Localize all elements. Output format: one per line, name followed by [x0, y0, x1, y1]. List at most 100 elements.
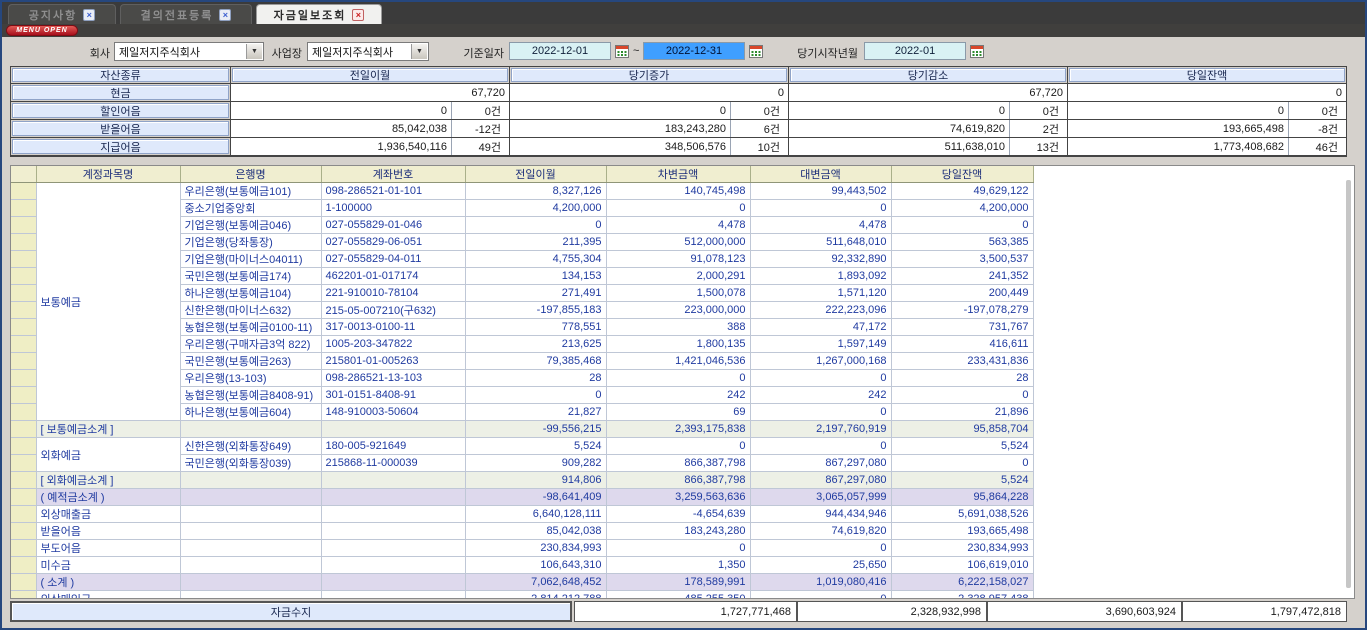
- prev-carryover-cell[interactable]: 79,385,468: [465, 353, 606, 370]
- bank-name-cell[interactable]: 기업은행(당좌통장): [180, 234, 321, 251]
- credit-amount-cell[interactable]: 867,297,080: [750, 472, 891, 489]
- credit-amount-cell[interactable]: 47,172: [750, 319, 891, 336]
- account-name-cell[interactable]: [ 외화예금소계 ]: [36, 472, 180, 489]
- bank-name-cell[interactable]: [180, 557, 321, 574]
- credit-amount-cell[interactable]: 0: [750, 200, 891, 217]
- account-number-cell[interactable]: 098-286521-13-103: [321, 370, 465, 387]
- prev-carryover-cell[interactable]: 271,491: [465, 285, 606, 302]
- row-selector[interactable]: [11, 591, 36, 600]
- account-number-cell[interactable]: [321, 489, 465, 506]
- table-row[interactable]: [ 외화예금소계 ]914,806866,387,798867,297,0805…: [11, 472, 1033, 489]
- debit-amount-cell[interactable]: 242: [606, 387, 750, 404]
- debit-amount-cell[interactable]: 183,243,280: [606, 523, 750, 540]
- credit-amount-cell[interactable]: 0: [750, 438, 891, 455]
- prev-carryover-cell[interactable]: 5,524: [465, 438, 606, 455]
- account-name-cell[interactable]: 외상매입금: [36, 591, 180, 600]
- prev-carryover-cell[interactable]: 7,062,648,452: [465, 574, 606, 591]
- bank-name-cell[interactable]: 우리은행(13-103): [180, 370, 321, 387]
- account-number-cell[interactable]: [321, 540, 465, 557]
- summary-row-label[interactable]: 할인어음: [12, 103, 229, 118]
- table-row[interactable]: 외화예금신한은행(외화통장649)180-005-9216495,524005,…: [11, 438, 1033, 455]
- prev-carryover-cell[interactable]: -99,556,215: [465, 421, 606, 438]
- row-selector[interactable]: [11, 506, 36, 523]
- credit-amount-cell[interactable]: 1,019,080,416: [750, 574, 891, 591]
- day-balance-cell[interactable]: 4,200,000: [891, 200, 1033, 217]
- row-selector[interactable]: [11, 285, 36, 302]
- prev-carryover-cell[interactable]: 8,327,126: [465, 183, 606, 200]
- account-name-cell[interactable]: 보통예금: [36, 183, 180, 421]
- bank-name-cell[interactable]: 농협은행(보통예금8408-91): [180, 387, 321, 404]
- account-number-cell[interactable]: 027-055829-01-046: [321, 217, 465, 234]
- account-number-cell[interactable]: [321, 591, 465, 600]
- grid-header-bank[interactable]: 은행명: [180, 166, 321, 183]
- menu-open-button[interactable]: MENU OPEN: [6, 25, 78, 36]
- account-number-cell[interactable]: 1-100000: [321, 200, 465, 217]
- debit-amount-cell[interactable]: 1,800,135: [606, 336, 750, 353]
- bank-name-cell[interactable]: 신한은행(외화통장649): [180, 438, 321, 455]
- prev-carryover-cell[interactable]: 0: [465, 217, 606, 234]
- prev-carryover-cell[interactable]: 4,200,000: [465, 200, 606, 217]
- account-number-cell[interactable]: [321, 506, 465, 523]
- account-name-cell[interactable]: 받을어음: [36, 523, 180, 540]
- account-name-cell[interactable]: 미수금: [36, 557, 180, 574]
- prev-carryover-cell[interactable]: 778,551: [465, 319, 606, 336]
- credit-amount-cell[interactable]: 0: [750, 404, 891, 421]
- grid-header-balance[interactable]: 당일잔액: [891, 166, 1033, 183]
- credit-amount-cell[interactable]: 92,332,890: [750, 251, 891, 268]
- grid-header-credit[interactable]: 대변금액: [750, 166, 891, 183]
- credit-amount-cell[interactable]: 99,443,502: [750, 183, 891, 200]
- row-selector[interactable]: [11, 268, 36, 285]
- prev-carryover-cell[interactable]: 0: [465, 387, 606, 404]
- debit-amount-cell[interactable]: 388: [606, 319, 750, 336]
- debit-amount-cell[interactable]: 2,393,175,838: [606, 421, 750, 438]
- tab-notice[interactable]: 공지사항 ×: [8, 4, 116, 24]
- day-balance-cell[interactable]: 3,500,537: [891, 251, 1033, 268]
- vertical-scrollbar[interactable]: [1346, 180, 1351, 588]
- day-balance-cell[interactable]: 5,524: [891, 438, 1033, 455]
- bank-name-cell[interactable]: 국민은행(보통예금174): [180, 268, 321, 285]
- table-row[interactable]: ( 예적금소계 )-98,641,4093,259,563,6363,065,0…: [11, 489, 1033, 506]
- debit-amount-cell[interactable]: 140,745,498: [606, 183, 750, 200]
- account-number-cell[interactable]: 027-055829-06-051: [321, 234, 465, 251]
- debit-amount-cell[interactable]: 512,000,000: [606, 234, 750, 251]
- grid-header-debit[interactable]: 차변금액: [606, 166, 750, 183]
- bank-name-cell[interactable]: [180, 506, 321, 523]
- account-number-cell[interactable]: [321, 574, 465, 591]
- table-row[interactable]: [ 보통예금소계 ]-99,556,2152,393,175,8382,197,…: [11, 421, 1033, 438]
- table-row[interactable]: 부도어음230,834,99300230,834,993: [11, 540, 1033, 557]
- bank-name-cell[interactable]: [180, 421, 321, 438]
- row-selector[interactable]: [11, 251, 36, 268]
- debit-amount-cell[interactable]: 178,589,991: [606, 574, 750, 591]
- prev-carryover-cell[interactable]: 213,625: [465, 336, 606, 353]
- credit-amount-cell[interactable]: 0: [750, 370, 891, 387]
- base-date-from-input[interactable]: 2022-12-01: [509, 42, 611, 60]
- prev-carryover-cell[interactable]: 85,042,038: [465, 523, 606, 540]
- credit-amount-cell[interactable]: 242: [750, 387, 891, 404]
- bank-name-cell[interactable]: [180, 574, 321, 591]
- credit-amount-cell[interactable]: 74,619,820: [750, 523, 891, 540]
- summary-row-label[interactable]: 현금: [12, 85, 229, 100]
- account-name-cell[interactable]: ( 소계 ): [36, 574, 180, 591]
- debit-amount-cell[interactable]: 866,387,798: [606, 455, 750, 472]
- day-balance-cell[interactable]: 49,629,122: [891, 183, 1033, 200]
- debit-amount-cell[interactable]: 2,000,291: [606, 268, 750, 285]
- account-number-cell[interactable]: [321, 557, 465, 574]
- bank-name-cell[interactable]: [180, 472, 321, 489]
- row-selector[interactable]: [11, 574, 36, 591]
- debit-amount-cell[interactable]: 1,421,046,536: [606, 353, 750, 370]
- row-selector[interactable]: [11, 319, 36, 336]
- base-date-to-input[interactable]: 2022-12-31: [643, 42, 745, 60]
- calendar-icon[interactable]: [749, 44, 763, 58]
- debit-amount-cell[interactable]: 91,078,123: [606, 251, 750, 268]
- account-number-cell[interactable]: [321, 523, 465, 540]
- account-number-cell[interactable]: 215801-01-005263: [321, 353, 465, 370]
- day-balance-cell[interactable]: 0: [891, 455, 1033, 472]
- day-balance-cell[interactable]: 241,352: [891, 268, 1033, 285]
- day-balance-cell[interactable]: 106,619,010: [891, 557, 1033, 574]
- prev-carryover-cell[interactable]: 909,282: [465, 455, 606, 472]
- day-balance-cell[interactable]: 21,896: [891, 404, 1033, 421]
- calendar-icon[interactable]: [615, 44, 629, 58]
- calendar-icon[interactable]: [970, 44, 984, 58]
- row-selector[interactable]: [11, 336, 36, 353]
- table-row[interactable]: ( 소계 ) 7,062,648,452178,589,9911,019,080,…: [11, 574, 1033, 591]
